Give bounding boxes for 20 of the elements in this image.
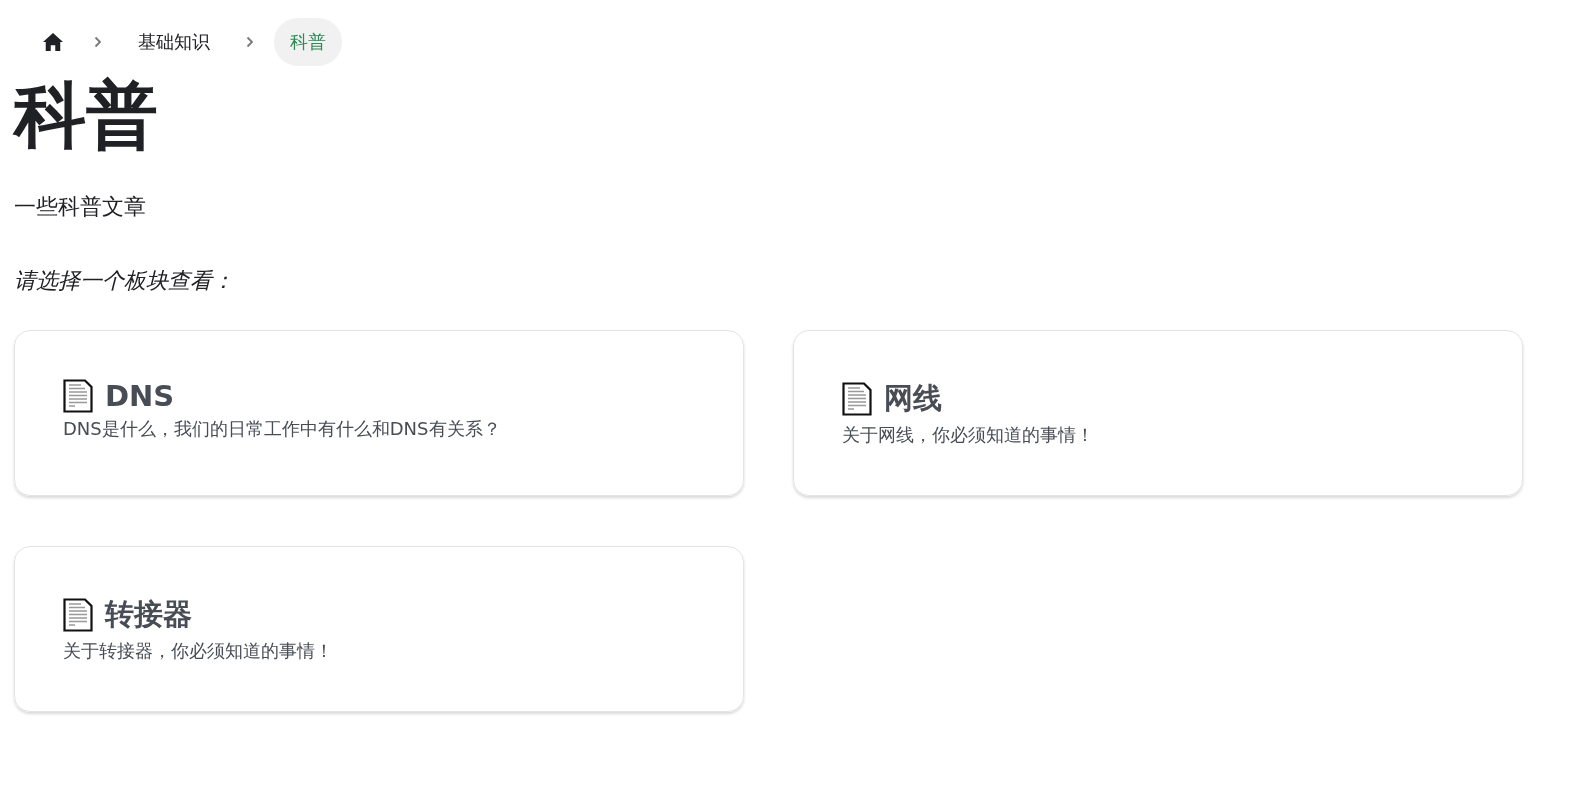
section-card[interactable]: DNS DNS是什么，我们的日常工作中有什么和DNS有关系？ xyxy=(14,330,744,497)
prompt-text: 请选择一个板块查看： xyxy=(14,267,235,296)
card-summary: DNS是什么，我们的日常工作中有什么和DNS有关系？ xyxy=(63,417,502,442)
home-icon xyxy=(42,32,64,52)
breadcrumb-link[interactable]: 科普 xyxy=(274,18,342,66)
card-title: 网线 xyxy=(884,380,942,418)
page-description: 一些科普文章 xyxy=(14,193,147,222)
section-card[interactable]: 转接器 关于转接器，你必须知道的事情！ xyxy=(14,546,744,713)
page-title: 科普 xyxy=(14,72,159,159)
card-summary: 关于网线，你必须知道的事情！ xyxy=(842,423,1095,448)
section-card[interactable]: 网线 关于网线，你必须知道的事情！ xyxy=(793,330,1523,497)
chevron-icon xyxy=(94,36,102,48)
document-icon xyxy=(63,598,93,633)
document-icon xyxy=(842,382,872,417)
document-icon xyxy=(63,379,93,414)
card-summary: 关于转接器，你必须知道的事情！ xyxy=(63,639,334,664)
card-title: 转接器 xyxy=(105,596,192,634)
card-title: DNS xyxy=(105,379,175,414)
breadcrumb-link[interactable]: 基础知识 xyxy=(122,18,226,66)
chevron-icon xyxy=(246,36,254,48)
